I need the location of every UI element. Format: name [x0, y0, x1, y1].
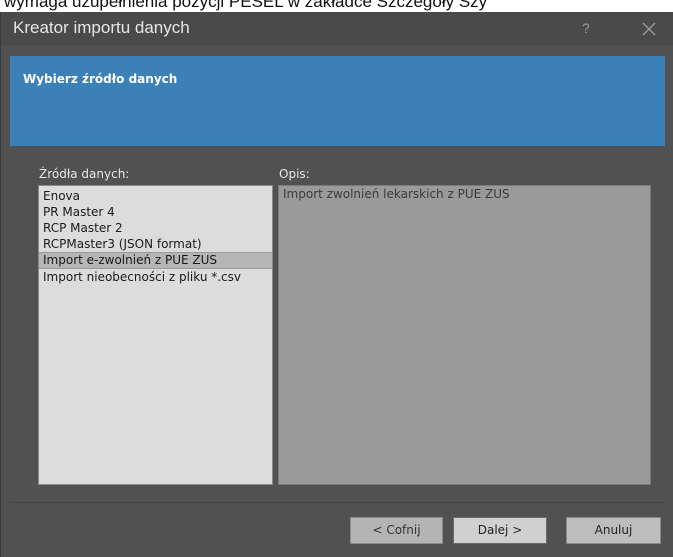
import-wizard-dialog: Kreator importu danych ? Wybierz źródło …: [0, 12, 673, 557]
next-button[interactable]: Dalej >: [453, 517, 547, 544]
list-item-import-e-zwolnien[interactable]: Import e-zwolnień z PUE ZUS: [39, 252, 272, 269]
list-item-pr-master-4[interactable]: PR Master 4: [39, 204, 272, 220]
background-document-line: wymaga uzupełnienia pozycji PESEL w zakł…: [4, 0, 488, 11]
title-bar: Kreator importu danych ?: [1, 12, 673, 45]
footer-divider: [10, 502, 665, 503]
wizard-header: Wybierz źródło danych: [10, 56, 665, 146]
list-item-enova[interactable]: Enova: [39, 188, 272, 204]
back-button[interactable]: < Cofnij: [350, 517, 443, 544]
close-button[interactable]: [637, 17, 661, 41]
window-title: Kreator importu danych: [13, 18, 190, 37]
description-label: Opis:: [279, 167, 310, 181]
background-document-text: wymaga uzupełnienia pozycji PESEL w zakł…: [0, 0, 673, 12]
description-box: Import zwolnień lekarskich z PUE ZUS: [278, 185, 651, 485]
close-icon: [642, 22, 656, 36]
wizard-step-title: Wybierz źródło danych: [23, 72, 178, 86]
help-button[interactable]: ?: [582, 20, 590, 36]
data-source-list[interactable]: Enova PR Master 4 RCP Master 2 RCPMaster…: [38, 185, 273, 485]
cancel-button[interactable]: Anuluj: [566, 517, 661, 544]
list-item-rcp-master-2[interactable]: RCP Master 2: [39, 220, 272, 236]
list-item-import-csv[interactable]: Import nieobecności z pliku *.csv: [39, 269, 272, 285]
sources-label: Źródła danych:: [39, 167, 130, 181]
description-text: Import zwolnień lekarskich z PUE ZUS: [283, 187, 510, 201]
list-item-rcpmaster3-json[interactable]: RCPMaster3 (JSON format): [39, 236, 272, 252]
